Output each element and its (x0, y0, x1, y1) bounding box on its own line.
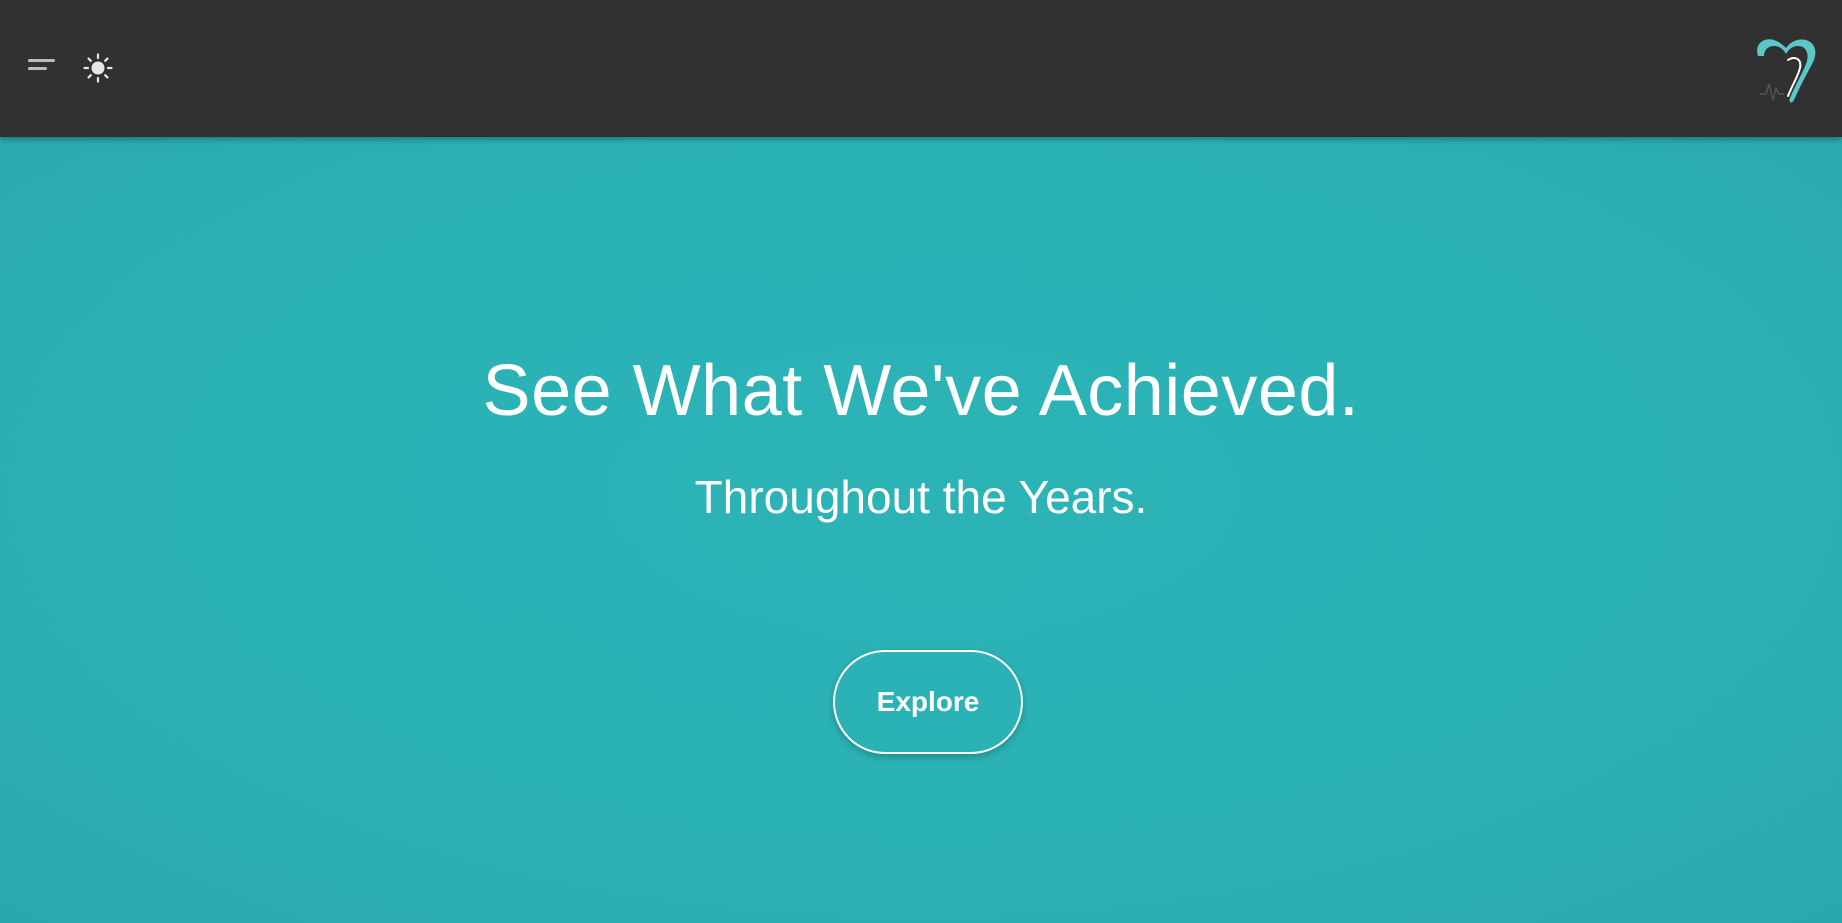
explore-button[interactable]: Explore (833, 650, 1023, 754)
site-logo[interactable] (1750, 34, 1820, 106)
menu-icon-line (28, 67, 47, 70)
heart-pulse-logo (1757, 39, 1816, 103)
top-navigation-bar (0, 0, 1842, 137)
menu-button[interactable] (24, 52, 60, 80)
menu-icon (28, 59, 55, 62)
hero-section: See What We've Achieved. Throughout the … (0, 137, 1842, 923)
hero-subtitle: Throughout the Years. (694, 471, 1148, 523)
hero-title: See What We've Achieved. (482, 351, 1360, 431)
theme-toggle-button[interactable] (82, 52, 114, 84)
sun-icon (83, 53, 113, 83)
